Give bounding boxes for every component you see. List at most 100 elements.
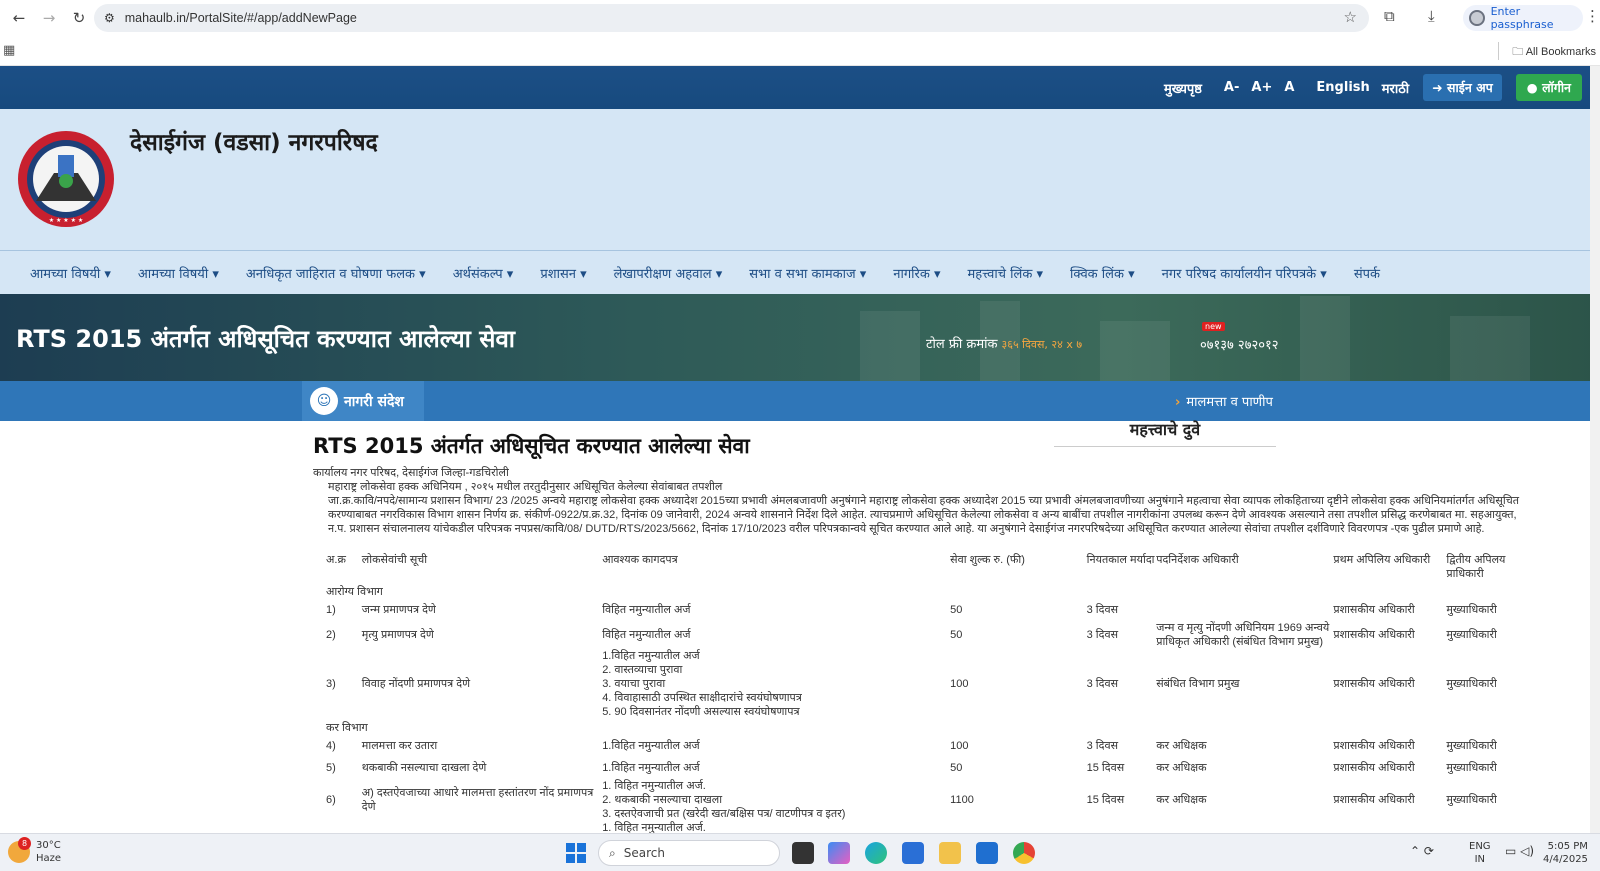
edge-icon[interactable] xyxy=(865,842,887,864)
service-name: अ) दस्तऐवजाच्या आधारे मालमत्ता हस्तांतरण… xyxy=(361,787,594,813)
document-item: 1.विहित नमुन्यातील अर्ज xyxy=(602,762,700,774)
menu-item[interactable]: नगर परिषद कार्यालयीन परिपत्रके ▾ xyxy=(1162,264,1327,282)
document-item: 4. विवाहासाठी उपस्थित साक्षीदारांचे स्वय… xyxy=(602,692,802,704)
ticker-tag-label: नागरी संदेश xyxy=(344,393,404,410)
reload-icon[interactable]: ↻ xyxy=(68,7,90,29)
menu-item[interactable]: अनधिकृत जाहिरात व घोषणा फलक ▾ xyxy=(246,264,426,282)
table-header-row: अ.क्र लोकसेवांची सूची आवश्यक कागदपत्र सेवा … xyxy=(326,553,1526,583)
tray-icons[interactable]: ⌃ ⟳ xyxy=(1410,844,1434,858)
signin-icon: ➜ xyxy=(1432,80,1443,95)
banner-building xyxy=(1100,321,1170,381)
page-banner: RTS 2015 अंतर्गत अधिसूचित करण्यात आलेल्य… xyxy=(0,294,1600,381)
required-documents: विहित नमुन्यातील अर्ज xyxy=(602,621,950,649)
all-bookmarks-label: All Bookmarks xyxy=(1525,46,1596,58)
weather-widget[interactable]: 8 30°C Haze xyxy=(8,837,62,865)
bookmark-star-icon[interactable]: ☆ xyxy=(1344,8,1357,26)
extensions-icon[interactable]: ⧉ xyxy=(1384,7,1395,25)
row-number: 4) xyxy=(326,740,336,752)
table-row: 2) मृत्यु प्रमाणपत्र देणे विहित नमुन्यातील… xyxy=(326,621,1526,649)
service-name: मृत्यु प्रमाणपत्र देणे xyxy=(361,629,434,641)
task-view-icon[interactable] xyxy=(792,842,814,864)
font-increase-button[interactable]: A+ xyxy=(1251,80,1272,95)
back-icon[interactable]: ← xyxy=(8,7,30,29)
site-title: देसाईगंज (वडसा) नगरपरिषद xyxy=(130,130,378,156)
menu-item[interactable]: लेखापरीक्षण अहवाल ▾ xyxy=(614,264,723,282)
menu-item[interactable]: महत्त्वाचे लिंक ▾ xyxy=(967,264,1043,282)
network-volume-icon[interactable]: ▭ ◁) xyxy=(1505,844,1534,858)
taskbar-search[interactable]: ⌕ Search xyxy=(598,840,780,866)
english-link[interactable]: English xyxy=(1316,80,1369,95)
font-reset-button[interactable]: A xyxy=(1284,80,1294,95)
lang-code: ENG xyxy=(1469,841,1491,852)
designated-officer xyxy=(1156,599,1333,621)
menu-item[interactable]: नागरिक ▾ xyxy=(893,264,940,282)
time-limit: 3 दिवस xyxy=(1086,604,1119,616)
file-explorer-icon[interactable] xyxy=(939,842,961,864)
system-clock[interactable]: 5:05 PM 4/4/2025 xyxy=(1543,840,1588,866)
notice-paragraph: जा.क्र.कावि/नपदे/सामान्य प्रशासन विभाग/ … xyxy=(328,495,1519,535)
table-header-cell: प्रथम अपिलिय अधिकारी xyxy=(1333,554,1431,566)
table-row: 5) थकबाकी नसल्याचा दाखला देणे 1.विहित नमुन… xyxy=(326,757,1526,779)
address-bar[interactable]: ⚙ mahaulb.in/PortalSite/#/app/addNewPage… xyxy=(94,4,1369,32)
table-header-cell: आवश्यक कागदपत्र xyxy=(602,554,678,566)
menu-item[interactable]: संपर्क xyxy=(1354,264,1380,282)
required-documents: 1.विहित नमुन्यातील अर्ज 2. वास्तव्याचा पु… xyxy=(602,649,950,719)
designated-officer: संबंधित विभाग प्रमुख xyxy=(1156,678,1240,690)
login-button[interactable]: ● लॉगीन xyxy=(1515,74,1582,101)
weather-condition: Haze xyxy=(36,853,62,864)
marathi-link[interactable]: मराठी xyxy=(1382,79,1409,97)
second-appellate: मुख्याधिकारी xyxy=(1446,604,1497,616)
chrome-icon[interactable] xyxy=(1013,842,1035,864)
store-icon[interactable] xyxy=(902,842,924,864)
time-limit: 15 दिवस xyxy=(1086,794,1125,806)
passphrase-button[interactable]: Enter passphrase xyxy=(1463,5,1583,31)
start-button-icon[interactable] xyxy=(566,843,586,863)
table-row: 6) अ) दस्तऐवजाच्या आधारे मालमत्ता हस्तांत… xyxy=(326,779,1526,821)
service-name: जन्म प्रमाणपत्र देणे xyxy=(361,604,436,616)
menu-item[interactable]: क्विक लिंक ▾ xyxy=(1070,264,1135,282)
bookmarks-divider xyxy=(1498,42,1499,60)
banner-building xyxy=(1450,316,1530,381)
document-item: 3. वयाचा पुरावा xyxy=(602,678,666,690)
weather-sun-icon: 8 xyxy=(8,837,31,863)
chevron-right-icon: › xyxy=(1175,395,1181,410)
language-indicator[interactable]: ENG IN xyxy=(1469,840,1491,866)
service-name: मालमत्ता कर उतारा xyxy=(361,740,438,752)
copilot-icon[interactable] xyxy=(828,842,850,864)
menu-item[interactable]: प्रशासन ▾ xyxy=(540,264,586,282)
forward-icon[interactable]: → xyxy=(38,7,60,29)
tollfree-phone[interactable]: ०७१३७ २७२०१२ xyxy=(1200,335,1279,353)
all-bookmarks-link[interactable]: 🗀 All Bookmarks xyxy=(1512,43,1596,62)
ticker-news-item[interactable]: › मालमत्ता व पाणीप xyxy=(1175,392,1273,410)
home-link[interactable]: मुख्यपृष्ठ xyxy=(1164,79,1202,97)
region-code: IN xyxy=(1474,854,1485,865)
menu-item[interactable]: अर्थसंकल्प ▾ xyxy=(453,264,514,282)
site-info-icon[interactable]: ⚙ xyxy=(104,11,115,25)
first-appellate: प्रशासकीय अधिकारी xyxy=(1333,794,1415,806)
signup-button[interactable]: ➜ साईन अप xyxy=(1423,74,1502,101)
group-icon: ☺ xyxy=(310,387,338,415)
menu-item[interactable]: आमच्या विषयी ▾ xyxy=(30,264,111,282)
tollfree-info: टोल फ्री क्रमांक ३६५ दिवस, २४ x ७ xyxy=(926,334,1082,352)
first-appellate: प्रशासकीय अधिकारी xyxy=(1333,629,1415,641)
table-row: 1) जन्म प्रमाणपत्र देणे विहित नमुन्यातील अ… xyxy=(326,599,1526,621)
services-table: अ.क्र लोकसेवांची सूची आवश्यक कागदपत्र सेवा … xyxy=(326,553,1526,863)
important-links-heading: महत्त्वाचे दुवे xyxy=(1054,418,1276,447)
apps-grid-icon[interactable]: ▦ xyxy=(3,43,15,58)
menu-item[interactable]: सभा व सभा कामकाज ▾ xyxy=(749,264,866,282)
service-name: विवाह नोंदणी प्रमाणपत्र देणे xyxy=(361,678,471,690)
time-limit: 3 दिवस xyxy=(1086,740,1119,752)
time-limit: 15 दिवस xyxy=(1086,762,1125,774)
menu-dots-icon[interactable]: ⋮ xyxy=(1585,7,1600,25)
page-scrollbar[interactable] xyxy=(1590,66,1600,833)
font-decrease-button[interactable]: A- xyxy=(1224,80,1239,95)
outlook-icon[interactable] xyxy=(976,842,998,864)
weather-temp: 30°C xyxy=(36,840,61,851)
download-icon[interactable]: ⤓ xyxy=(1428,7,1435,25)
council-logo[interactable]: ★ ★ ★ ★ ★ xyxy=(16,129,116,229)
menu-item[interactable]: आमच्या विषयी ▾ xyxy=(138,264,219,282)
banner-building xyxy=(1300,296,1350,381)
windows-taskbar: 8 30°C Haze ⌕ Search ⌃ ⟳ ENG IN ▭ ◁) 5:0… xyxy=(0,833,1600,871)
bookmarks-bar: ▦ 🗀 All Bookmarks xyxy=(0,36,1600,66)
page-heading: RTS 2015 अंतर्गत अधिसूचित करण्यात आलेल्य… xyxy=(313,434,750,458)
